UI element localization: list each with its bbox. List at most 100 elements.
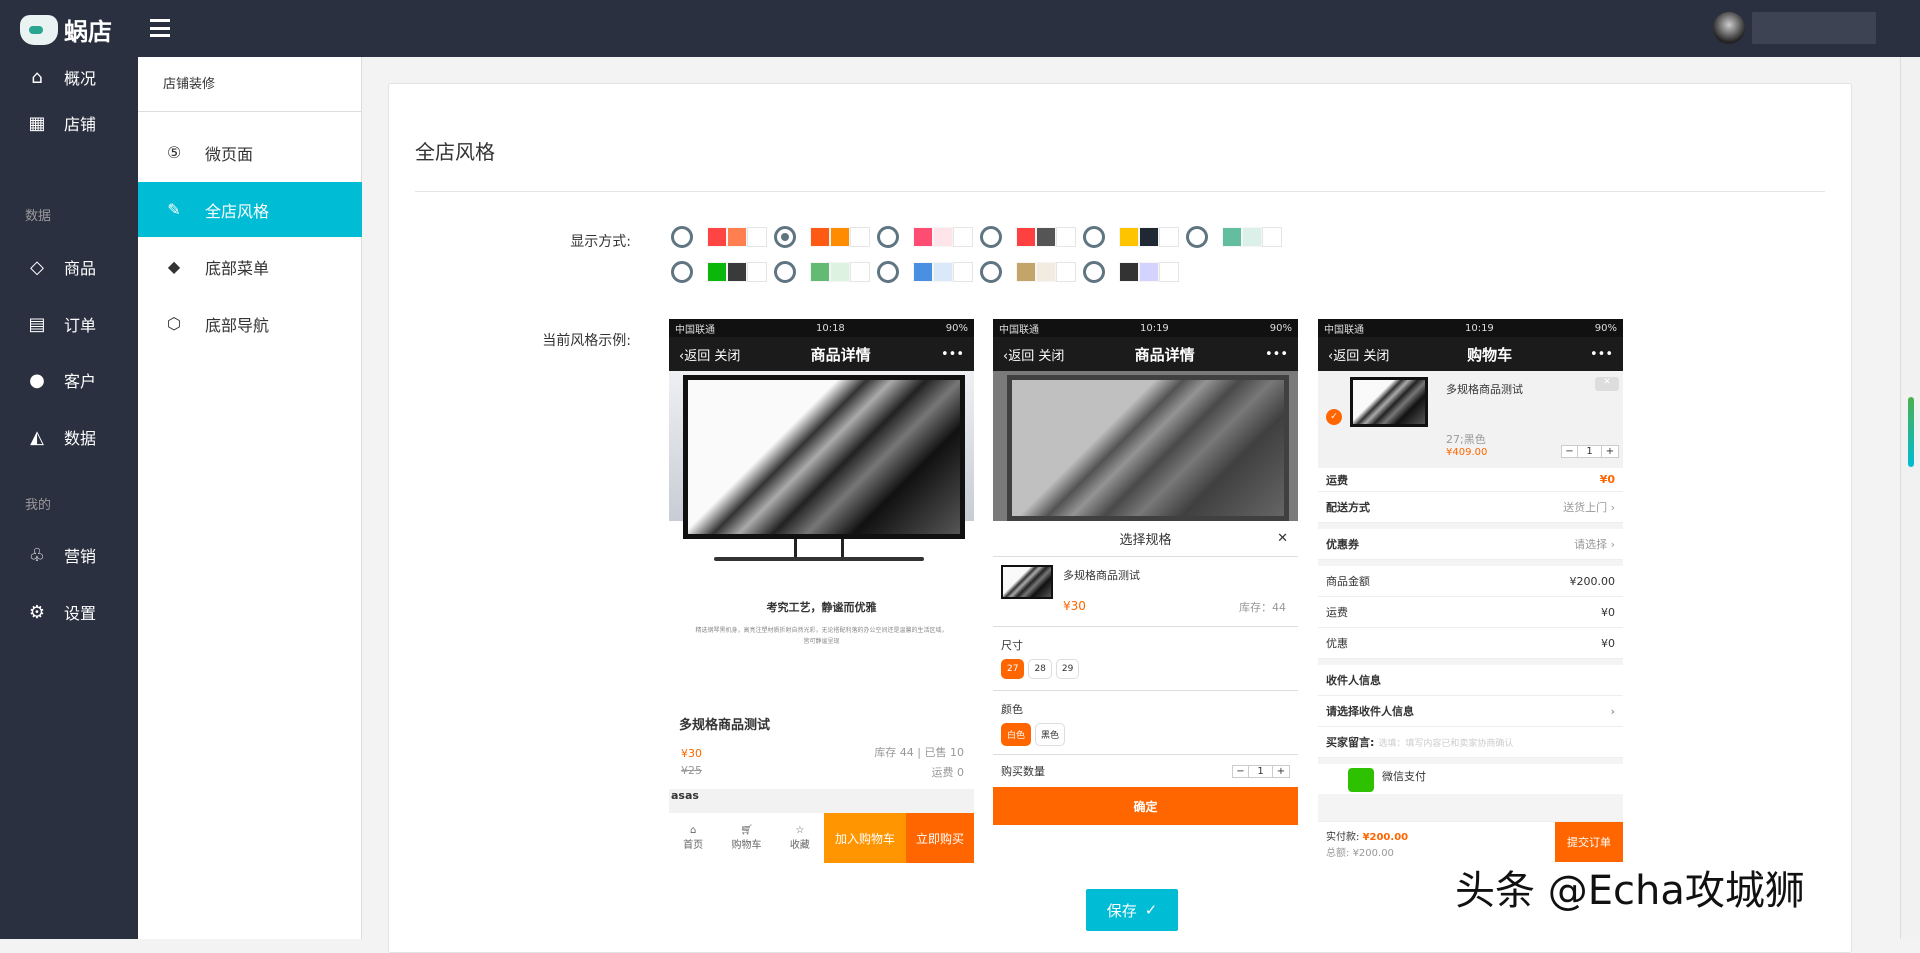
nav-label: 店铺 <box>64 111 96 135</box>
color-swatch <box>913 227 933 247</box>
radio-button[interactable] <box>980 226 1002 248</box>
radio-button[interactable] <box>671 261 693 283</box>
delivery-row[interactable]: 配送方式送货上门 › <box>1318 492 1623 523</box>
subnav-label: 微页面 <box>205 141 253 165</box>
color-swatch <box>707 262 727 282</box>
tab-home[interactable]: ⌂首页 <box>683 825 703 851</box>
theme-option-4[interactable] <box>980 226 1076 248</box>
logo[interactable]: 蜗店 <box>20 12 112 47</box>
sidebar-item-customers[interactable]: ●客户 <box>0 360 138 400</box>
sidebar-item-orders[interactable]: ▤订单 <box>0 304 138 344</box>
subnav-item-store-style[interactable]: ✎全店风格 <box>138 182 362 237</box>
radio-button[interactable] <box>1083 226 1105 248</box>
quantity-stepper[interactable]: −1+ <box>1232 765 1290 778</box>
sidebar-item-data[interactable]: ◭数据 <box>0 417 138 457</box>
thumbnail <box>1001 565 1053 599</box>
time: 10:18 <box>816 323 845 334</box>
sidebar-item-settings[interactable]: ⚙设置 <box>0 592 138 632</box>
color-swatch <box>953 262 973 282</box>
star-icon: ☆ <box>790 825 810 836</box>
section-label-data: 数据 <box>25 205 51 224</box>
theme-option-11[interactable] <box>1083 261 1179 283</box>
add-to-cart-button[interactable]: 加入购物车 <box>824 813 906 863</box>
phone-title: 商品详情 <box>811 344 871 365</box>
sidebar-item-goods[interactable]: ◇商品 <box>0 247 138 287</box>
message-input[interactable]: 选填：填写内容已和卖家协商确认 <box>1378 736 1513 749</box>
theme-option-10[interactable] <box>980 261 1076 283</box>
theme-option-6[interactable] <box>1186 226 1282 248</box>
check-icon: ✓ <box>1145 901 1158 919</box>
scrollbar-thumb[interactable] <box>1908 397 1914 467</box>
close-text: 关闭 <box>1363 349 1389 364</box>
theme-option-9[interactable] <box>877 261 973 283</box>
quantity-value: 1 <box>1578 446 1602 457</box>
tab-label: 购物车 <box>731 840 761 851</box>
color-swatch <box>1159 262 1179 282</box>
tab-cart[interactable]: 🛒︎ 购物车 <box>731 825 761 851</box>
product-name: 多规格商品测试 <box>1446 381 1523 397</box>
theme-option-1[interactable] <box>671 226 767 248</box>
line-value: 请选择 <box>1574 538 1607 551</box>
subnav-item-micro-page[interactable]: ⑤ 微页面 <box>138 125 362 180</box>
sidebar-item-overview[interactable]: ⌂概况 <box>0 57 138 97</box>
coupon-row[interactable]: 优惠券请选择 › <box>1318 529 1623 560</box>
subnav-item-bottom-nav[interactable]: ⬡底部导航 <box>138 296 362 351</box>
confirm-button[interactable]: 确定 <box>993 787 1298 825</box>
check-icon[interactable]: ✓ <box>1326 409 1342 425</box>
quantity-stepper[interactable]: −1+ <box>1561 445 1619 458</box>
submit-order-button[interactable]: 提交订单 <box>1555 822 1623 862</box>
hamburger-menu-icon[interactable] <box>150 19 170 37</box>
sidebar-item-marketing[interactable]: ♧营销 <box>0 535 138 575</box>
battery: 90% <box>1270 323 1292 334</box>
radio-button[interactable] <box>1083 261 1105 283</box>
time: 10:19 <box>1465 323 1494 334</box>
message-label: 买家留言: <box>1326 734 1374 750</box>
save-label: 保存 <box>1107 900 1137 921</box>
theme-option-2[interactable] <box>774 226 870 248</box>
sidebar-item-store[interactable]: ▦店铺 <box>0 103 138 143</box>
delete-icon[interactable]: ✕ <box>1595 377 1619 391</box>
theme-option-8[interactable] <box>774 261 870 283</box>
size-label: 尺寸 <box>1001 637 1290 653</box>
size-chip[interactable]: 29 <box>1056 659 1079 679</box>
line-label: 优惠 <box>1326 635 1348 651</box>
html5-icon: ⑤ <box>163 143 185 162</box>
subnav-label: 底部菜单 <box>205 255 269 279</box>
theme-option-5[interactable] <box>1083 226 1179 248</box>
color-chip[interactable]: 黑色 <box>1035 723 1065 746</box>
color-swatch <box>953 227 973 247</box>
product-name: 多规格商品测试 <box>1063 567 1140 583</box>
scrollbar[interactable] <box>1900 57 1920 939</box>
palette-icon: ✎ <box>163 200 185 219</box>
phone-nav: ‹返回 关闭购物车••• <box>1318 337 1623 371</box>
radio-button[interactable] <box>671 226 693 248</box>
subnav-item-bottom-menu[interactable]: ◆底部菜单 <box>138 239 362 294</box>
radio-button[interactable] <box>980 261 1002 283</box>
radio-button[interactable] <box>877 226 899 248</box>
theme-option-7[interactable] <box>671 261 767 283</box>
radio-button[interactable] <box>774 261 796 283</box>
cart-icon: 🛒︎ <box>731 825 761 836</box>
size-chip[interactable]: 28 <box>1028 659 1051 679</box>
username-blurred[interactable] <box>1752 12 1876 44</box>
monitor-base <box>714 557 924 561</box>
radio-button[interactable] <box>774 226 796 248</box>
choose-receiver-row[interactable]: 请选择收件人信息› <box>1318 696 1623 727</box>
color-chip[interactable]: 白色 <box>1001 723 1031 746</box>
more-icon: ••• <box>941 347 964 362</box>
save-button[interactable]: 保存 ✓ <box>1086 889 1178 931</box>
frog-logo-icon <box>20 15 58 45</box>
more-icon: ••• <box>1590 347 1613 362</box>
color-swatch <box>1036 227 1056 247</box>
phone-title: 商品详情 <box>1135 344 1195 365</box>
radio-button[interactable] <box>877 261 899 283</box>
buy-now-button[interactable]: 立即购买 <box>906 813 974 863</box>
close-icon[interactable]: ✕ <box>1277 531 1288 546</box>
radio-button[interactable] <box>1186 226 1208 248</box>
top-bar: 蜗店 <box>0 0 1920 57</box>
size-chip[interactable]: 27 <box>1001 659 1024 679</box>
total-label: 总额: <box>1326 848 1349 859</box>
theme-option-3[interactable] <box>877 226 973 248</box>
avatar[interactable] <box>1713 12 1745 44</box>
tab-favorite[interactable]: ☆收藏 <box>790 825 810 851</box>
